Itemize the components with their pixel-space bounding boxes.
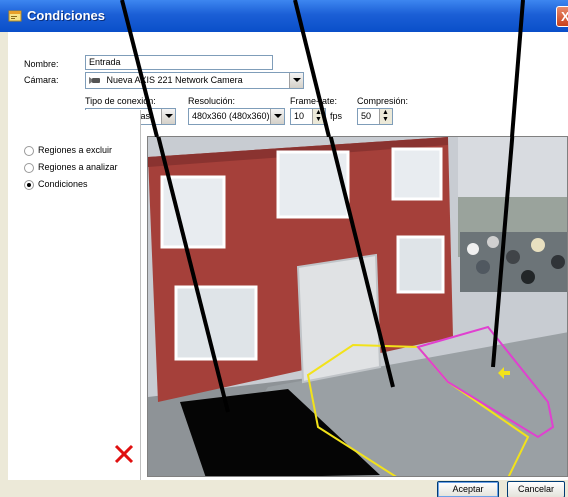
cancelar-button[interactable]: Cancelar bbox=[507, 481, 565, 497]
aceptar-label: Aceptar bbox=[452, 484, 484, 494]
radio-regiones-excluir[interactable]: Regiones a excluir bbox=[24, 145, 112, 159]
radio-condiciones[interactable]: Condiciones bbox=[24, 179, 88, 193]
radio-label: Regiones a excluir bbox=[38, 145, 113, 155]
radio-label: Regiones a analizar bbox=[38, 162, 118, 172]
window-pane bbox=[396, 235, 445, 294]
window-pane bbox=[391, 147, 443, 201]
camera-frame[interactable] bbox=[148, 137, 568, 477]
radio-label: Condiciones bbox=[38, 179, 88, 189]
aceptar-button[interactable]: Aceptar bbox=[437, 481, 499, 497]
window-pane bbox=[174, 285, 258, 361]
delete-x-icon[interactable] bbox=[113, 443, 135, 465]
camera-view[interactable] bbox=[147, 136, 568, 477]
radio-regiones-analizar[interactable]: Regiones a analizar bbox=[24, 162, 118, 176]
radio-button[interactable] bbox=[24, 179, 34, 190]
radio-button[interactable] bbox=[24, 145, 34, 156]
condiciones-window: Condiciones X Nombre: Entrada Cámara: Nu… bbox=[0, 0, 568, 497]
pointer-lines-top bbox=[120, 0, 525, 137]
garage-door bbox=[296, 253, 382, 384]
cancelar-label: Cancelar bbox=[517, 484, 555, 494]
radio-button[interactable] bbox=[24, 162, 34, 173]
